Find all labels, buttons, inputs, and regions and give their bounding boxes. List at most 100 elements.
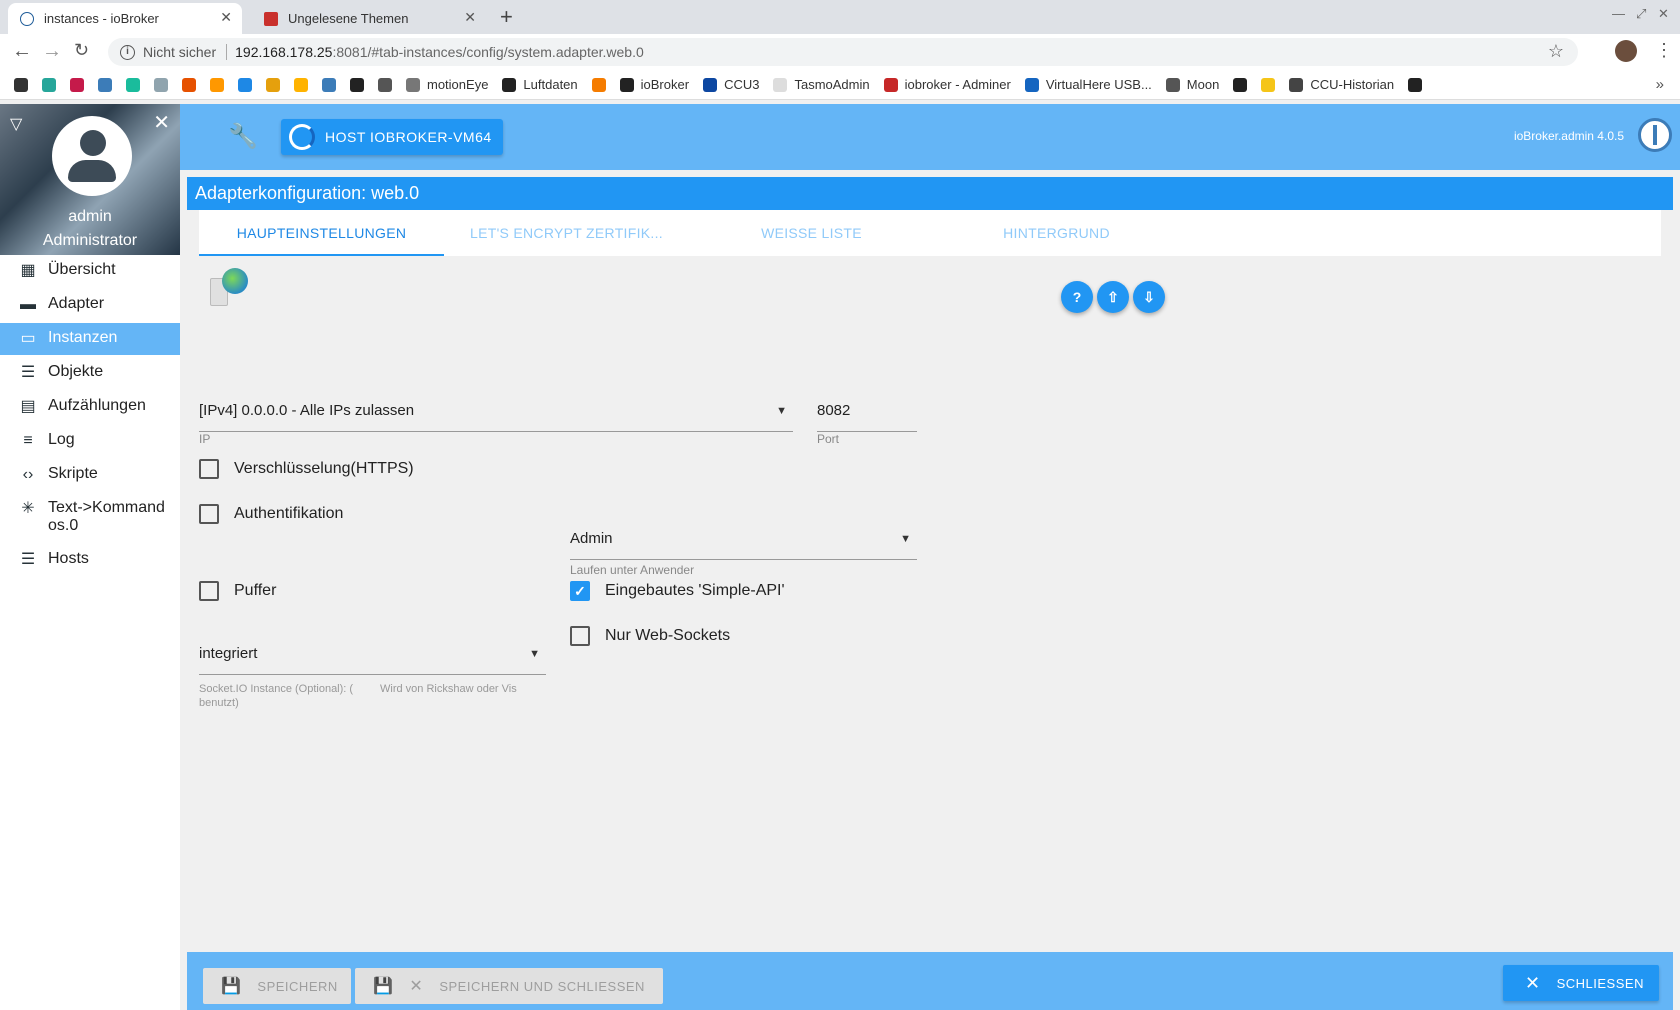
- bookmark-star-icon[interactable]: ☆: [1548, 41, 1564, 62]
- restore-window-icon[interactable]: ⤢: [1636, 6, 1646, 22]
- forward-arrow-icon[interactable]: →: [42, 40, 62, 63]
- bookmark-item[interactable]: [98, 77, 112, 92]
- run-as-user-select[interactable]: Admin ▼: [570, 518, 917, 560]
- bookmark-item[interactable]: iobroker - Adminer: [883, 77, 1011, 92]
- bookmark-item[interactable]: VirtualHere USB...: [1024, 77, 1152, 92]
- bookmark-item[interactable]: Moon: [1165, 77, 1219, 92]
- bookmark-item[interactable]: [1233, 77, 1248, 92]
- host-button[interactable]: HOST IOBROKER-VM64: [281, 119, 503, 155]
- virtualhere-icon: [1024, 77, 1039, 92]
- site-info-icon[interactable]: i: [120, 44, 135, 60]
- profile-avatar[interactable]: [1615, 40, 1637, 62]
- x-icon: [182, 77, 196, 92]
- sidebar-item-log[interactable]: ≡ Log: [0, 425, 180, 457]
- bookmark-item[interactable]: [14, 77, 28, 92]
- sidebar-item-code[interactable]: ‹› Skripte: [0, 459, 180, 491]
- save-and-close-button[interactable]: 💾 ✕ SPEICHERN UND SCHLIESSEN: [355, 968, 663, 1004]
- port-input[interactable]: 8082: [817, 390, 917, 432]
- tab-background[interactable]: HINTERGRUND: [934, 210, 1179, 256]
- cache-checkbox-box[interactable]: [199, 581, 219, 601]
- grafana-icon: [591, 77, 606, 92]
- floppy-disk-icon: 💾: [221, 978, 242, 995]
- https-checkbox-box[interactable]: [199, 459, 219, 479]
- web-adapter-logo-icon: [208, 266, 252, 310]
- simple-api-checkbox[interactable]: ✓ Eingebautes 'Simple-API': [570, 581, 785, 601]
- save-button[interactable]: 💾 SPEICHERN: [203, 968, 351, 1004]
- bookmark-item[interactable]: [378, 77, 392, 92]
- ip-select[interactable]: [IPv4] 0.0.0.0 - Alle IPs zulassen ▼: [199, 390, 793, 432]
- tab-main-settings[interactable]: HAUPTEINSTELLUNGEN: [199, 210, 444, 256]
- bookmark-item[interactable]: motionEye: [406, 77, 488, 92]
- bookmark-item[interactable]: [350, 77, 364, 92]
- more-bookmarks-icon[interactable]: »: [1656, 76, 1664, 93]
- bookmark-item[interactable]: [42, 77, 56, 92]
- bookmark-item[interactable]: [294, 77, 308, 92]
- sidebar-item-label: Objekte: [48, 363, 104, 380]
- auth-checkbox-box[interactable]: [199, 504, 219, 524]
- auth-checkbox[interactable]: Authentifikation: [199, 504, 343, 524]
- bookmark-item[interactable]: Luftdaten: [502, 77, 578, 92]
- port-label: Port: [817, 432, 840, 446]
- sidebar-item-store[interactable]: ▬ Adapter: [0, 289, 180, 321]
- bookmark-item[interactable]: [322, 77, 336, 92]
- browser-menu-icon[interactable]: ⋮: [1655, 40, 1673, 61]
- tab-letsencrypt[interactable]: LET'S ENCRYPT ZERTIFIK...: [444, 210, 689, 256]
- close-button-label: SCHLIESSEN: [1556, 975, 1644, 991]
- browser-tab[interactable]: Ungelesene Themen ✕: [252, 3, 486, 34]
- bookmark-item[interactable]: [70, 77, 84, 92]
- reload-icon[interactable]: ↻: [74, 40, 89, 61]
- https-checkbox[interactable]: Verschlüsselung(HTTPS): [199, 459, 414, 479]
- websockets-checkbox-box[interactable]: [570, 626, 590, 646]
- close-button[interactable]: ✕ SCHLIESSEN: [1503, 965, 1659, 1001]
- bookmark-item[interactable]: [126, 77, 140, 92]
- admin-version: ioBroker.admin 4.0.5: [1513, 129, 1624, 143]
- minimize-window-icon[interactable]: —: [1612, 6, 1625, 21]
- browser-tab-active[interactable]: instances - ioBroker ✕: [8, 3, 242, 34]
- close-tab-icon[interactable]: ✕: [464, 9, 476, 26]
- close-tab-icon[interactable]: ✕: [220, 9, 232, 26]
- bookmark-item[interactable]: [1261, 77, 1276, 92]
- upload-button-icon[interactable]: ⇧: [1097, 281, 1129, 313]
- sidebar-item-grid[interactable]: ▦ Übersicht: [0, 255, 180, 287]
- close-window-icon[interactable]: ✕: [1658, 6, 1669, 22]
- bookmark-item[interactable]: [238, 77, 252, 92]
- sidebar-item-enum[interactable]: ▤ Aufzählungen: [0, 391, 180, 423]
- tab-whitelist[interactable]: WEISSE LISTE: [689, 210, 934, 256]
- bookmark-item[interactable]: TasmoAdmin: [773, 77, 870, 92]
- cache-checkbox[interactable]: Puffer: [199, 581, 276, 601]
- sidebar-item-label: Aufzählungen: [48, 397, 146, 414]
- bookmark-label: ioBroker: [640, 77, 690, 92]
- bookmark-item[interactable]: ioBroker: [619, 77, 690, 92]
- bookmark-item[interactable]: [591, 77, 606, 92]
- address-bar[interactable]: i Nicht sicher 192.168.178.25:8081/#tab-…: [108, 38, 1578, 66]
- sidebar-item-snowflake[interactable]: ✳ Text->Kommandos.0: [0, 493, 180, 541]
- iobroker-app: ▽ ✕ admin Administrator ▦ Übersicht ▬ Adapt…: [0, 104, 1680, 1010]
- sidebar-item-instances[interactable]: ▭ Instanzen: [0, 323, 180, 355]
- bookmark-item[interactable]: [154, 77, 168, 92]
- help-button-icon[interactable]: ?: [1061, 281, 1093, 313]
- socketio-helper-right: Wird von Rickshaw oder Vis: [380, 683, 517, 695]
- iobroker-logo-icon: [1638, 118, 1672, 152]
- sidebar-item-list[interactable]: ☰ Objekte: [0, 357, 180, 389]
- socketio-select[interactable]: integriert ▼: [199, 633, 546, 675]
- download-button-icon[interactable]: ⇩: [1133, 281, 1165, 313]
- menu-toggle-icon[interactable]: ▽: [10, 114, 22, 134]
- new-tab-plus-icon[interactable]: +: [500, 4, 513, 30]
- checkmark-icon[interactable]: ✓: [570, 581, 590, 601]
- wrench-icon[interactable]: 🔧: [228, 122, 258, 151]
- flot-icon: [1165, 77, 1180, 92]
- bookmark-item[interactable]: [182, 77, 196, 92]
- bookmark-item[interactable]: CCU3: [703, 77, 759, 92]
- close-sidebar-icon[interactable]: ✕: [153, 110, 170, 135]
- bookmark-item[interactable]: CCU-Historian: [1289, 77, 1394, 92]
- websockets-checkbox[interactable]: Nur Web-Sockets: [570, 626, 730, 646]
- back-arrow-icon[interactable]: ←: [12, 40, 32, 63]
- motioneye-icon: [406, 77, 420, 92]
- bookmark-item[interactable]: [210, 77, 224, 92]
- browser-tab-title: Ungelesene Themen: [288, 11, 409, 26]
- bookmark-item[interactable]: [266, 77, 280, 92]
- floppy-disk-icon: 💾: [373, 978, 394, 995]
- bookmark-item[interactable]: [1408, 77, 1423, 92]
- sidebar-item-hosts[interactable]: ☰ Hosts: [0, 544, 180, 576]
- ccu-icon: [703, 77, 718, 92]
